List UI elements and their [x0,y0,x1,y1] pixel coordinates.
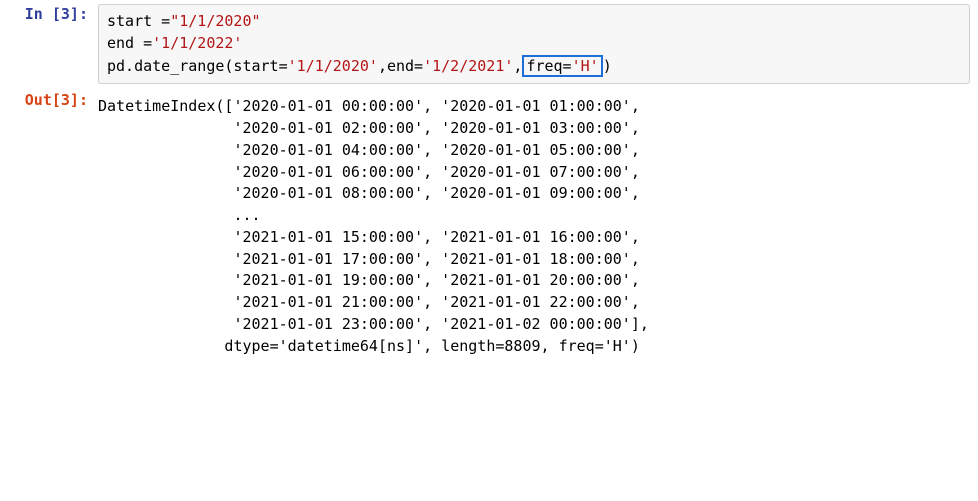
output-line: '2020-01-01 08:00:00', '2020-01-01 09:00… [98,184,640,202]
output-line: '2021-01-01 19:00:00', '2021-01-01 20:00… [98,271,640,289]
output-line: '2021-01-01 23:00:00', '2021-01-02 00:00… [98,315,649,333]
output-line: '2020-01-01 02:00:00', '2020-01-01 03:00… [98,119,640,137]
code-output-area: DatetimeIndex(['2020-01-01 00:00:00', '2… [98,90,970,363]
freq-highlight-box: freq='H' [522,55,602,77]
output-line: '2021-01-01 21:00:00', '2021-01-01 22:00… [98,293,640,311]
code-string: "1/1/2020" [170,12,260,30]
code-text: , [513,57,522,75]
code-text: start = [107,12,170,30]
code-text: ) [603,57,612,75]
input-cell: In [3]: start ="1/1/2020" end ='1/1/2022… [0,0,978,86]
code-text: end = [107,34,152,52]
output-line: ... [98,206,261,224]
code-text: freq= [526,57,571,75]
output-line: DatetimeIndex(['2020-01-01 00:00:00', '2… [98,97,640,115]
code-string: '1/1/2020' [288,57,378,75]
output-line: '2021-01-01 17:00:00', '2021-01-01 18:00… [98,250,640,268]
output-line: '2020-01-01 04:00:00', '2020-01-01 05:00… [98,141,640,159]
output-prompt: Out[3]: [8,90,98,112]
output-cell: Out[3]: DatetimeIndex(['2020-01-01 00:00… [0,86,978,365]
code-string: 'H' [572,57,599,75]
output-line: '2020-01-01 06:00:00', '2020-01-01 07:00… [98,163,640,181]
input-prompt: In [3]: [8,4,98,26]
output-line: dtype='datetime64[ns]', length=8809, fre… [98,337,640,355]
code-string: '1/1/2022' [152,34,242,52]
output-line: '2021-01-01 15:00:00', '2021-01-01 16:00… [98,228,640,246]
code-string: '1/2/2021' [423,57,513,75]
code-text: ,end= [378,57,423,75]
code-input-area[interactable]: start ="1/1/2020" end ='1/1/2022' pd.dat… [98,4,970,84]
code-text: pd.date_range(start= [107,57,288,75]
